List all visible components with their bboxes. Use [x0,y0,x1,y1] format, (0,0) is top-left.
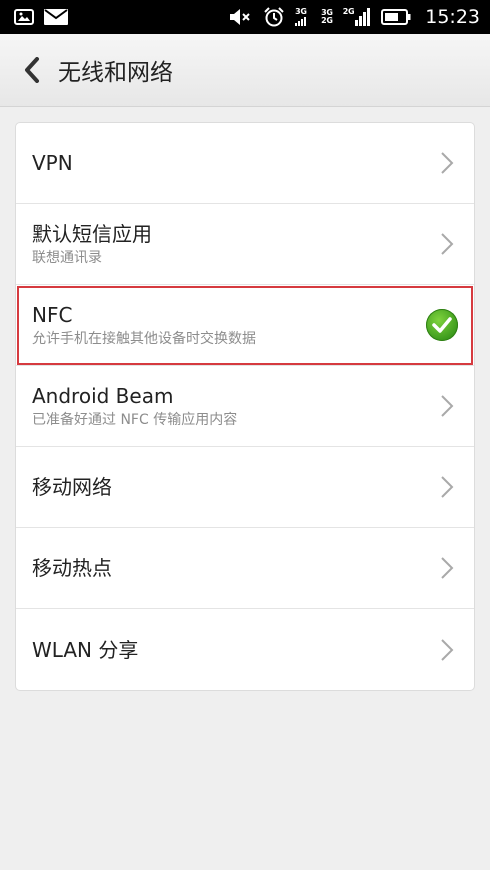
status-time: 15:23 [425,6,480,28]
nfc-enabled-checkbox[interactable] [426,309,458,341]
settings-item-title: NFC [32,302,73,327]
chevron-right-icon [438,637,456,663]
settings-item-title: Android Beam [32,383,174,408]
settings-item-subtitle: 已准备好通过 NFC 传输应用内容 [32,411,238,428]
settings-item-wlan-share[interactable]: WLAN 分享 [16,609,474,690]
settings-list: VPN 默认短信应用 联想通讯录 NFC 允许手机在接触其他设备时交换数据 An… [15,122,475,691]
settings-item-subtitle: 允许手机在接触其他设备时交换数据 [32,330,256,347]
settings-item-default-sms-app[interactable]: 默认短信应用 联想通讯录 [16,204,474,285]
chevron-right-icon [438,474,456,500]
settings-item-vpn[interactable]: VPN [16,123,474,204]
status-bar: 3G 3G 2G 2G 15:23 [0,0,490,34]
settings-item-android-beam[interactable]: Android Beam 已准备好通过 NFC 传输应用内容 [16,366,474,447]
settings-item-title: 移动热点 [32,556,112,580]
settings-item-mobile-network[interactable]: 移动网络 [16,447,474,528]
settings-item-title: VPN [32,151,73,175]
settings-item-mobile-hotspot[interactable]: 移动热点 [16,528,474,609]
chevron-right-icon [438,555,456,581]
battery-icon [381,9,411,25]
chevron-right-icon [438,150,456,176]
chevron-right-icon [438,231,456,257]
mail-icon [44,9,68,25]
settings-item-title: 默认短信应用 [32,221,152,246]
page-title: 无线和网络 [58,60,173,86]
back-arrow-icon[interactable] [8,34,56,106]
image-icon [14,9,34,25]
settings-item-title: WLAN 分享 [32,637,139,662]
settings-item-nfc[interactable]: NFC 允许手机在接触其他设备时交换数据 [16,285,474,366]
chevron-right-icon [438,393,456,419]
header-bar: 无线和网络 [0,34,490,107]
alarm-icon [263,7,285,27]
settings-item-subtitle: 联想通讯录 [32,249,102,266]
mute-icon [229,8,253,26]
3g-2g-signal-icon: 3G 2G [321,8,333,25]
3g-signal-icon: 3G [295,8,311,26]
2g-signal-icon: 2G [343,8,372,26]
settings-item-title: 移动网络 [32,475,112,499]
